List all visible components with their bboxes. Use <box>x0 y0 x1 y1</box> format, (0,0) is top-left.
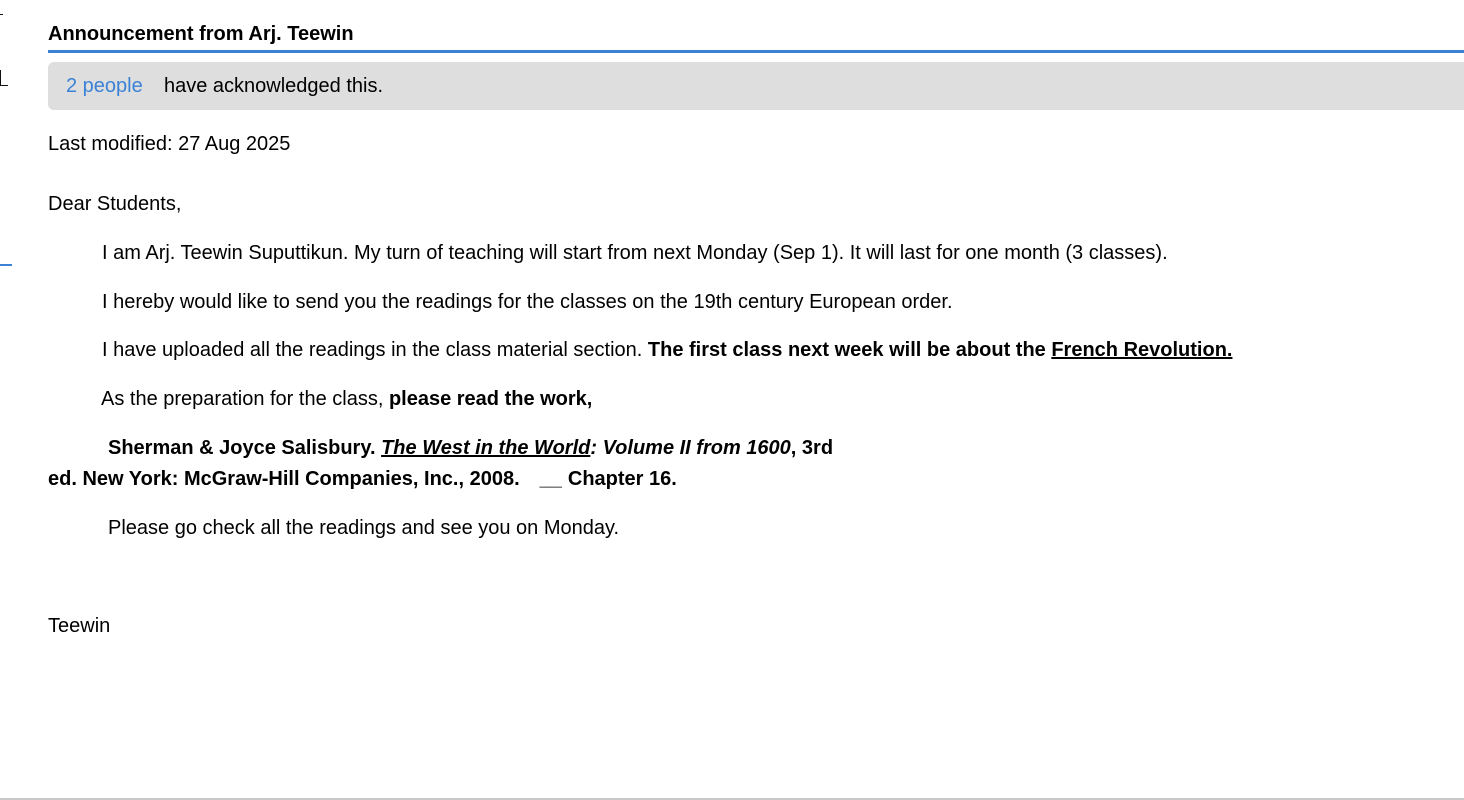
edge-fragment <box>0 85 8 86</box>
first-class-text: The first class next week will be about … <box>647 339 1052 361</box>
citation-line-1: Sherman & Joyce Salisbury. The West in t… <box>108 436 833 460</box>
acknowledged-people-link[interactable]: 2 people <box>66 74 143 98</box>
citation-chapter: Chapter 16. <box>567 468 677 490</box>
citation-edition: , 3rd <box>790 437 834 459</box>
citation-line-2: ed. New York: McGraw-Hill Companies, Inc… <box>48 467 677 491</box>
paragraph-uploaded: I have uploaded all the readings in the … <box>102 338 1232 362</box>
paragraph-preparation: As the preparation for the class, please… <box>101 387 592 411</box>
paragraph-closing: Please go check all the readings and see… <box>108 517 620 539</box>
last-modified: Last modified: 27 Aug 2025 <box>48 133 291 155</box>
please-read-text: please read the work, <box>388 388 593 410</box>
french-revolution-topic: French Revolution. <box>1051 339 1233 361</box>
citation-blank: __ <box>539 468 562 490</box>
citation-authors: Sherman & Joyce Salisbury. <box>108 437 382 459</box>
acknowledgement-bar: 2 people have acknowledged this. <box>48 62 1464 110</box>
greeting: Dear Students, <box>48 193 182 215</box>
citation-publisher: ed. New York: McGraw-Hill Companies, Inc… <box>48 468 520 490</box>
citation-volume: : Volume II from 1600 <box>590 437 791 459</box>
signature: Teewin <box>48 615 111 637</box>
edge-fragment-accent <box>0 264 12 266</box>
paragraph-intro: I am Arj. Teewin Suputtikun. My turn of … <box>102 242 1168 264</box>
announcement-title: Announcement from Arj. Teewin <box>48 23 354 45</box>
edge-fragment <box>0 70 1 86</box>
citation-book-title: The West in the World <box>381 437 591 459</box>
edge-fragment <box>0 14 3 15</box>
paragraph-readings: I hereby would like to send you the read… <box>102 291 953 313</box>
preparation-text: As the preparation for the class, <box>101 388 389 410</box>
acknowledged-text: have acknowledged this. <box>164 75 384 97</box>
uploaded-text: I have uploaded all the readings in the … <box>102 339 648 361</box>
announcement-header: Announcement from Arj. Teewin <box>48 20 1464 53</box>
